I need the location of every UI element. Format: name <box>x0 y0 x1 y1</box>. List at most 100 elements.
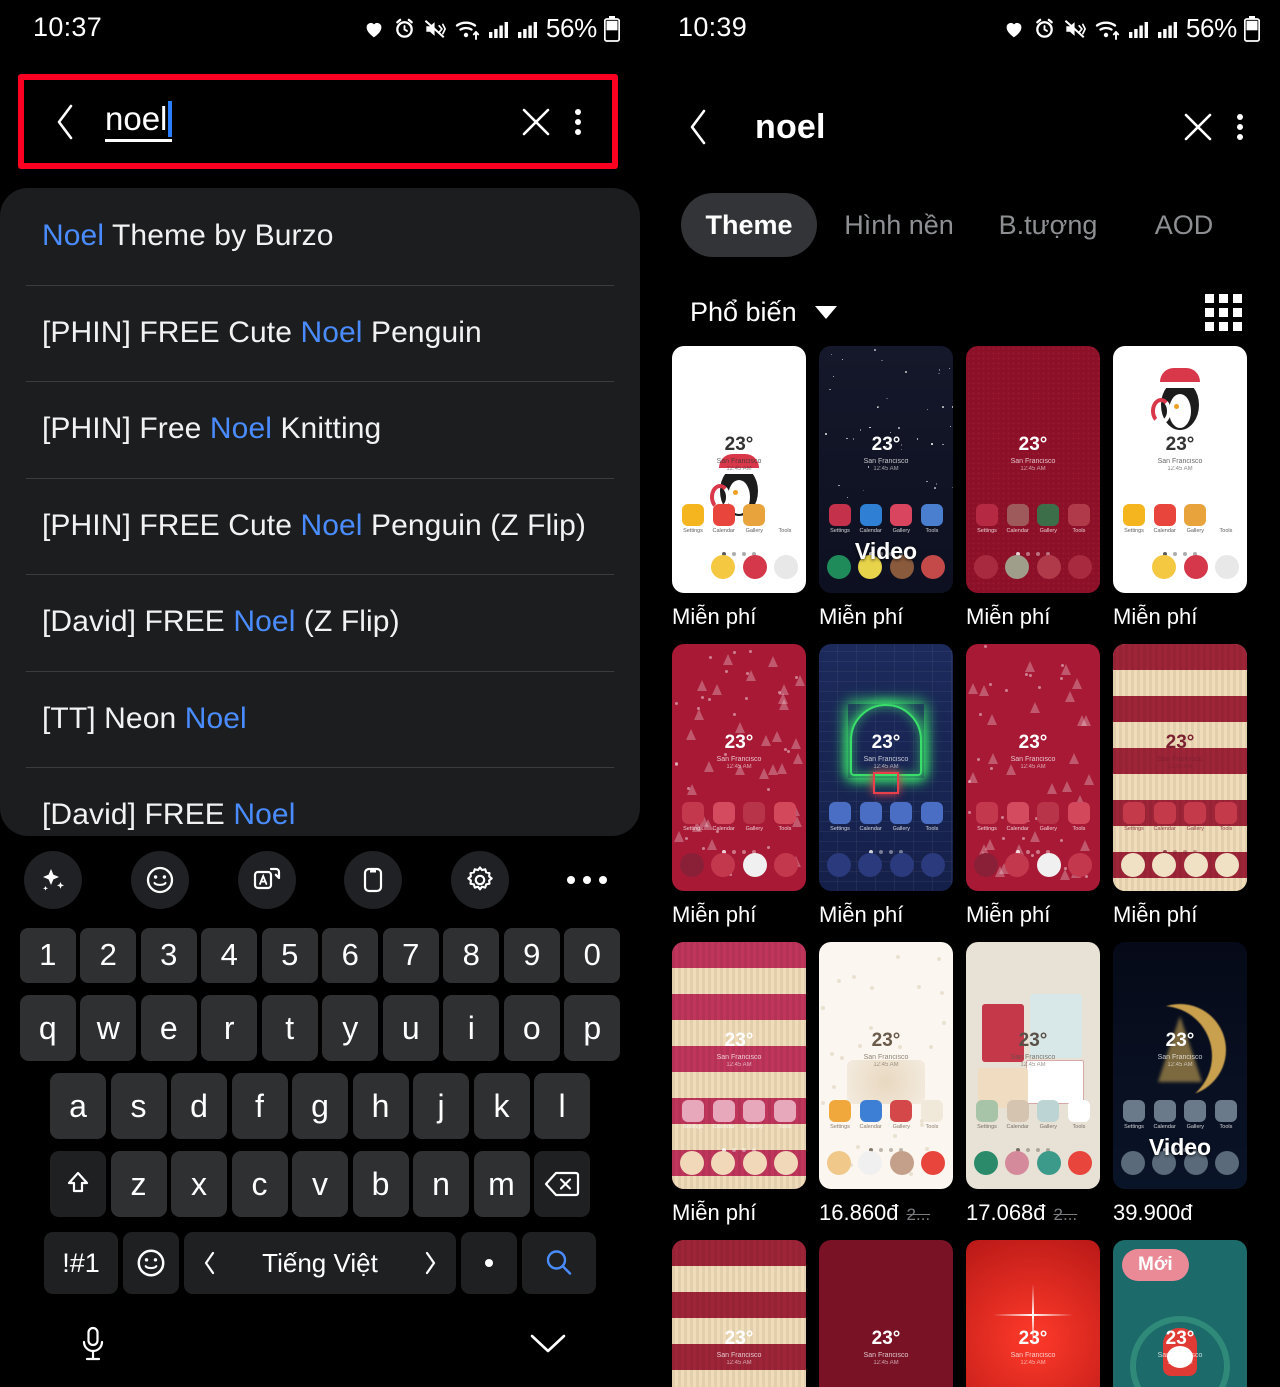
theme-card[interactable]: 23° San Francisco 12:45 AM Settings Cale… <box>819 1240 953 1387</box>
theme-card[interactable]: 23° San Francisco 12:45 AM Settings Cale… <box>819 644 953 928</box>
key-2[interactable]: 2 <box>80 928 136 983</box>
emoji-key[interactable] <box>123 1232 179 1294</box>
key-q[interactable]: q <box>20 995 76 1061</box>
list-item[interactable]: [TT] Neon Noel <box>0 671 640 768</box>
key-t[interactable]: t <box>262 995 318 1061</box>
clipboard-button[interactable] <box>344 851 402 909</box>
theme-card[interactable]: 23° San Francisco 12:45 AM Settings Cale… <box>1113 942 1247 1226</box>
key-y[interactable]: y <box>322 995 378 1061</box>
key-1[interactable]: 1 <box>20 928 76 983</box>
key-w[interactable]: w <box>80 995 136 1061</box>
period-key[interactable] <box>461 1232 517 1294</box>
theme-card[interactable]: 23° San Francisco 12:45 AM Settings Cale… <box>672 942 806 1226</box>
more-options-button[interactable] <box>1218 105 1262 149</box>
tab-aod[interactable]: AOD <box>1139 193 1229 257</box>
theme-card[interactable]: 23° San Francisco 12:45 AM Settings Cale… <box>966 942 1100 1226</box>
key-c[interactable]: c <box>232 1151 288 1217</box>
chevron-down-icon[interactable] <box>815 306 837 319</box>
sort-label[interactable]: Phổ biến <box>690 297 797 328</box>
key-h[interactable]: h <box>353 1073 409 1139</box>
key-i[interactable]: i <box>443 995 499 1061</box>
key-9[interactable]: 9 <box>504 928 560 983</box>
key-f[interactable]: f <box>232 1073 288 1139</box>
theme-thumbnail[interactable]: 23° San Francisco 12:45 AM Settings Cale… <box>819 346 953 593</box>
more-horizontal-button[interactable] <box>567 876 607 884</box>
sparkle-button[interactable] <box>24 851 82 909</box>
symbols-key[interactable]: !#1 <box>44 1232 118 1294</box>
theme-card[interactable]: 23° San Francisco 12:45 AM Settings Cale… <box>966 644 1100 928</box>
shift-key[interactable] <box>50 1151 106 1217</box>
key-3[interactable]: 3 <box>141 928 197 983</box>
hide-keyboard-button[interactable] <box>528 1331 568 1362</box>
theme-thumbnail[interactable]: 23° San Francisco 12:45 AM Settings Cale… <box>672 1240 806 1387</box>
search-bar[interactable]: noel <box>645 90 1280 164</box>
key-7[interactable]: 7 <box>383 928 439 983</box>
backspace-key[interactable] <box>534 1151 590 1217</box>
key-4[interactable]: 4 <box>201 928 257 983</box>
key-e[interactable]: e <box>141 995 197 1061</box>
back-button[interactable] <box>683 107 713 147</box>
key-s[interactable]: s <box>111 1073 167 1139</box>
search-query-text[interactable]: noel <box>755 108 826 147</box>
chevron-right-icon[interactable] <box>422 1250 438 1276</box>
key-x[interactable]: x <box>171 1151 227 1217</box>
theme-thumbnail[interactable]: 23° San Francisco 12:45 AM Settings Cale… <box>819 1240 953 1387</box>
key-d[interactable]: d <box>171 1073 227 1139</box>
tab-theme[interactable]: Theme <box>681 193 817 257</box>
theme-card[interactable]: 23° San Francisco 12:45 AM Settings Cale… <box>672 644 806 928</box>
list-item[interactable]: Noel Theme by Burzo <box>0 188 640 285</box>
tab-icon[interactable]: B.tượng <box>983 193 1113 257</box>
theme-card[interactable]: 23° San Francisco 12:45 AM Settings Cale… <box>819 942 953 1226</box>
clear-search-button[interactable] <box>1178 107 1218 147</box>
search-key[interactable] <box>522 1232 596 1294</box>
list-item[interactable]: [PHIN] FREE Cute Noel Penguin <box>0 285 640 382</box>
theme-card[interactable]: 23° San Francisco 12:45 AM Settings Cale… <box>966 346 1100 630</box>
microphone-button[interactable] <box>78 1325 108 1370</box>
key-g[interactable]: g <box>292 1073 348 1139</box>
key-p[interactable]: p <box>564 995 620 1061</box>
list-item[interactable]: [David] FREE Noel <box>0 767 640 836</box>
theme-thumbnail[interactable]: 23° San Francisco 12:45 AM Settings Cale… <box>966 942 1100 1189</box>
key-8[interactable]: 8 <box>443 928 499 983</box>
key-5[interactable]: 5 <box>262 928 318 983</box>
key-z[interactable]: z <box>111 1151 167 1217</box>
settings-button[interactable] <box>451 851 509 909</box>
theme-card[interactable]: 23° San Francisco 12:45 AM Settings Cale… <box>1113 644 1247 928</box>
key-a[interactable]: a <box>50 1073 106 1139</box>
chevron-left-icon[interactable] <box>202 1250 218 1276</box>
theme-card[interactable]: 23° San Francisco 12:45 AM Settings Cale… <box>672 1240 806 1387</box>
theme-card[interactable]: 23° San Francisco 12:45 AM Settings Cale… <box>672 346 806 630</box>
theme-thumbnail[interactable]: 23° San Francisco 12:45 AM Settings Cale… <box>966 1240 1100 1387</box>
list-item[interactable]: [PHIN] Free Noel Knitting <box>0 381 640 478</box>
grid-view-icon[interactable] <box>1205 294 1242 331</box>
key-j[interactable]: j <box>413 1073 469 1139</box>
list-item[interactable]: [PHIN] FREE Cute Noel Penguin (Z Flip) <box>0 478 640 575</box>
key-n[interactable]: n <box>413 1151 469 1217</box>
theme-thumbnail[interactable]: 23° San Francisco 12:45 AM Settings Cale… <box>966 346 1100 593</box>
theme-thumbnail[interactable]: 23° San Francisco 12:45 AM Settings Cale… <box>1113 942 1247 1189</box>
theme-thumbnail[interactable]: 23° San Francisco 12:45 AM Settings Cale… <box>819 942 953 1189</box>
theme-card[interactable]: 23° San Francisco 12:45 AM Settings Cale… <box>966 1240 1100 1387</box>
key-l[interactable]: l <box>534 1073 590 1139</box>
theme-thumbnail[interactable]: 23° San Francisco 12:45 AM Settings Cale… <box>672 942 806 1189</box>
theme-thumbnail[interactable]: 23° San Francisco 12:45 AM Settings Cale… <box>819 644 953 891</box>
key-o[interactable]: o <box>504 995 560 1061</box>
theme-card[interactable]: 23° San Francisco 12:45 AM Settings Cale… <box>1113 346 1247 630</box>
theme-thumbnail[interactable]: 23° San Francisco 12:45 AM Settings Cale… <box>1113 1240 1247 1387</box>
key-m[interactable]: m <box>474 1151 530 1217</box>
theme-thumbnail[interactable]: 23° San Francisco 12:45 AM Settings Cale… <box>1113 644 1247 891</box>
key-u[interactable]: u <box>383 995 439 1061</box>
theme-thumbnail[interactable]: 23° San Francisco 12:45 AM Settings Cale… <box>672 346 806 593</box>
tab-wallpaper[interactable]: Hình nền <box>837 193 961 257</box>
key-r[interactable]: r <box>201 995 257 1061</box>
theme-card[interactable]: 23° San Francisco 12:45 AM Settings Cale… <box>1113 1240 1247 1387</box>
space-key[interactable]: Tiếng Việt <box>184 1232 456 1294</box>
theme-thumbnail[interactable]: 23° San Francisco 12:45 AM Settings Cale… <box>1113 346 1247 593</box>
key-v[interactable]: v <box>292 1151 348 1217</box>
emoji-button[interactable] <box>131 851 189 909</box>
key-b[interactable]: b <box>353 1151 409 1217</box>
key-k[interactable]: k <box>474 1073 530 1139</box>
list-item[interactable]: [David] FREE Noel (Z Flip) <box>0 574 640 671</box>
translate-button[interactable] <box>238 851 296 909</box>
theme-thumbnail[interactable]: 23° San Francisco 12:45 AM Settings Cale… <box>672 644 806 891</box>
